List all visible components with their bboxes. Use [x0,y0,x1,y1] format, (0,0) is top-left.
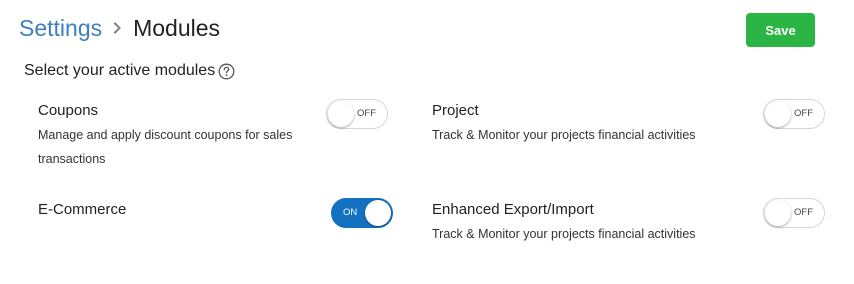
toggle-state-label: OFF [357,108,376,119]
toggle-state-label: ON [343,207,358,218]
toggle-knob [365,200,391,226]
toggle-state-label: OFF [794,207,813,218]
toggle-knob [328,101,354,127]
section-title-text: Select your active modules [24,62,216,79]
module-project: Project Track & Monitor your projects fi… [432,101,752,147]
breadcrumb-settings-link[interactable]: Settings [19,15,102,42]
toggle-state-label: OFF [794,108,813,119]
breadcrumb: Settings Modules [19,12,220,44]
chevron-right-icon [113,22,122,34]
section-title: Select your active modules [24,60,235,82]
module-name: Coupons [38,102,99,119]
save-button[interactable]: Save [746,13,815,47]
module-description-line2: transactions [38,152,106,166]
ecommerce-toggle[interactable]: ON [331,198,393,228]
toggle-knob [765,101,791,127]
question-circle-icon[interactable] [218,63,235,80]
module-name: E-Commerce [38,201,127,218]
module-description: Track & Monitor your projects financial … [432,227,696,241]
module-description-line1: Manage and apply discount coupons for sa… [38,128,293,142]
page-title: Modules [133,14,221,41]
enhanced-export-import-toggle[interactable]: OFF [763,198,825,228]
module-enhanced-export-import: Enhanced Export/Import Track & Monitor y… [432,200,752,246]
toggle-knob [765,200,791,226]
module-description: Track & Monitor your projects financial … [432,128,696,142]
module-description: Manage and apply discount coupons for sa… [38,123,308,171]
coupons-toggle[interactable]: OFF [326,99,388,129]
module-ecommerce: E-Commerce [38,200,308,220]
module-coupons: Coupons Manage and apply discount coupon… [38,101,308,171]
module-name: Enhanced Export/Import [432,201,594,218]
project-toggle[interactable]: OFF [763,99,825,129]
module-name: Project [432,102,479,119]
